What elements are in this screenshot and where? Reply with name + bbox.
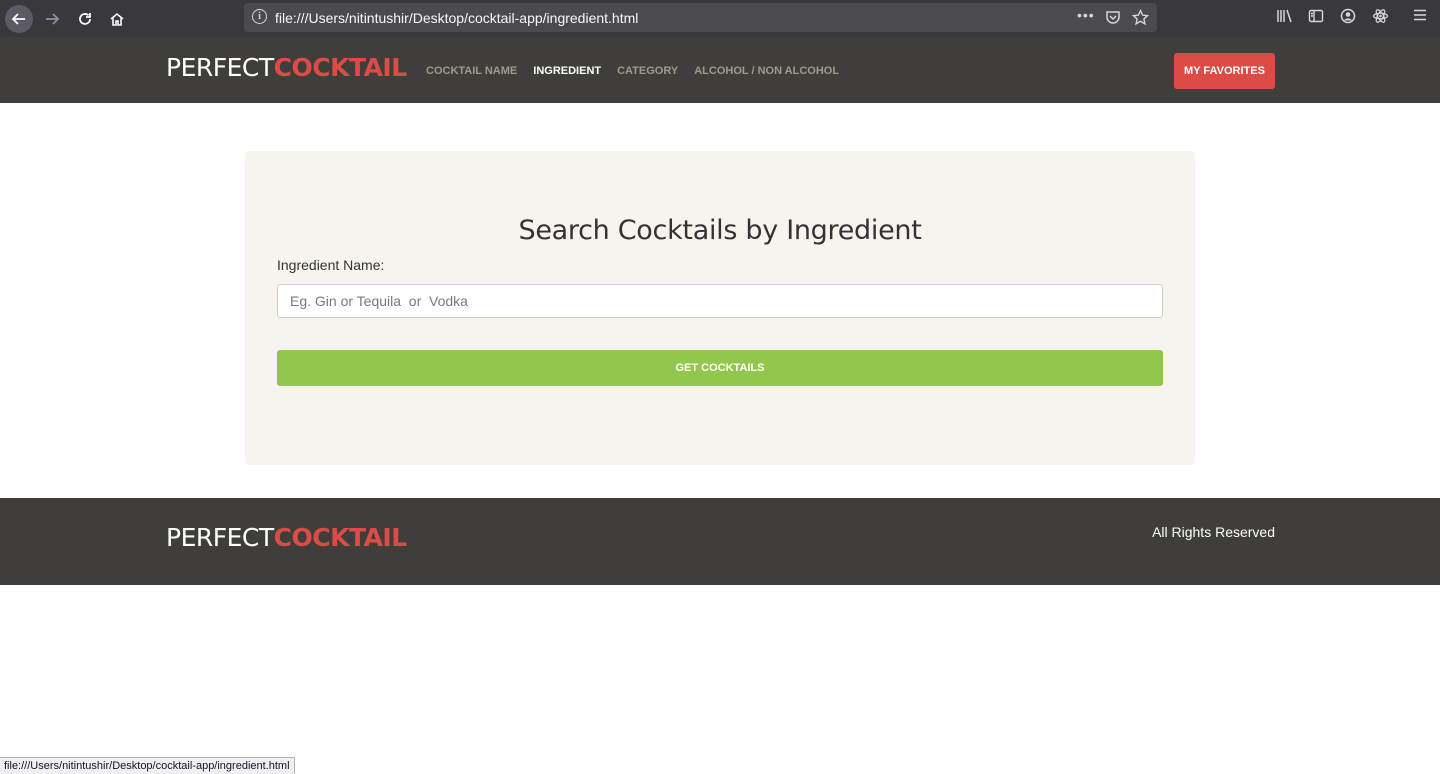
site-footer: PERFECTCOCKTAIL All Rights Reserved — [0, 498, 1440, 585]
account-icon[interactable] — [1340, 8, 1356, 29]
back-button[interactable] — [5, 5, 33, 33]
arrow-right-icon — [46, 13, 60, 25]
info-icon[interactable]: i — [252, 9, 267, 24]
search-card: Search Cocktails by Ingredient Ingredien… — [245, 151, 1195, 465]
bookmark-star-icon[interactable] — [1131, 8, 1150, 31]
footer-brand-part2: COCKTAIL — [273, 523, 408, 552]
sidebar-icon[interactable] — [1308, 8, 1324, 29]
search-title: Search Cocktails by Ingredient — [518, 215, 922, 246]
react-devtools-icon[interactable] — [1372, 8, 1389, 29]
reload-icon — [79, 13, 91, 25]
home-icon — [110, 12, 124, 26]
url-bar[interactable]: i file:///Users/nitintushir/Desktop/cock… — [244, 3, 1157, 32]
nav-cocktail-name[interactable]: COCKTAIL NAME — [426, 65, 517, 77]
ingredient-label: Ingredient Name: — [277, 257, 385, 273]
nav-category[interactable]: CATEGORY — [617, 65, 678, 77]
browser-toolbar: i file:///Users/nitintushir/Desktop/cock… — [0, 0, 1440, 37]
nav-ingredient[interactable]: INGREDIENT — [533, 65, 601, 77]
brand-part2: COCKTAIL — [273, 53, 408, 82]
main-nav: COCKTAIL NAME INGREDIENT CATEGORY ALCOHO… — [426, 65, 839, 77]
library-icon[interactable] — [1276, 8, 1294, 29]
arrow-left-icon — [11, 13, 25, 25]
footer-brand-part1: PERFECT — [166, 523, 274, 552]
pocket-icon[interactable] — [1105, 9, 1121, 30]
more-actions-icon[interactable]: ••• — [1077, 7, 1095, 23]
menu-icon[interactable] — [1413, 8, 1427, 27]
footer-brand-logo: PERFECTCOCKTAIL — [166, 523, 407, 552]
url-text[interactable]: file:///Users/nitintushir/Desktop/cockta… — [275, 10, 638, 26]
status-bar: file:///Users/nitintushir/Desktop/cockta… — [0, 757, 295, 774]
ingredient-input[interactable] — [277, 284, 1163, 318]
home-button[interactable] — [103, 5, 131, 33]
nav-alcohol[interactable]: ALCOHOL / NON ALCOHOL — [694, 65, 839, 77]
rights-text: All Rights Reserved — [1152, 524, 1275, 540]
forward-button[interactable] — [38, 5, 66, 33]
reload-button[interactable] — [71, 5, 99, 33]
site-header: PERFECTCOCKTAIL COCKTAIL NAME INGREDIENT… — [0, 37, 1440, 103]
get-cocktails-button[interactable]: GET COCKTAILS — [277, 350, 1163, 386]
my-favorites-button[interactable]: MY FAVORITES — [1174, 53, 1275, 89]
brand-logo[interactable]: PERFECTCOCKTAIL — [166, 53, 407, 82]
brand-part1: PERFECT — [166, 53, 274, 82]
